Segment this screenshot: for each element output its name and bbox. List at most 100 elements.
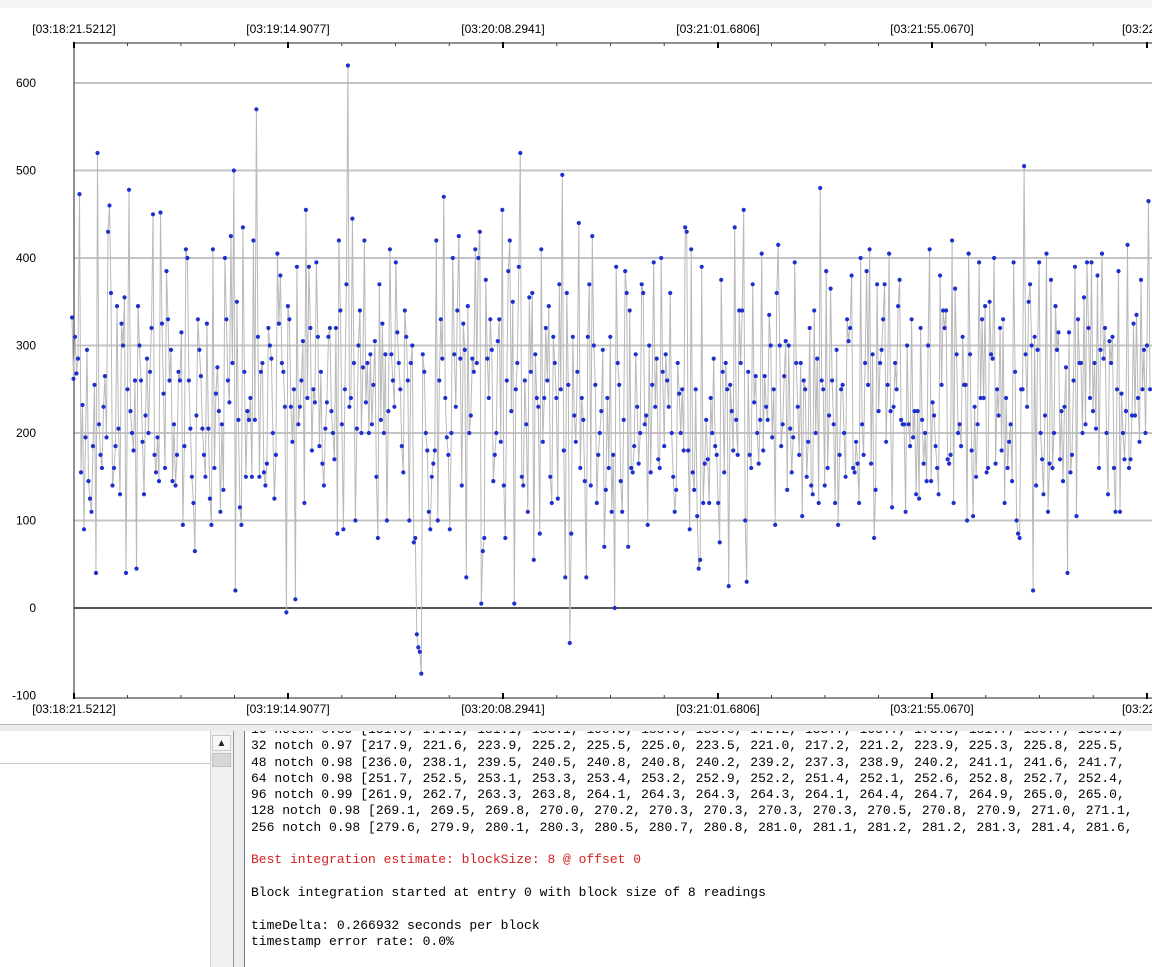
- data-point: [176, 369, 181, 374]
- data-point: [357, 308, 362, 313]
- data-point: [345, 63, 350, 68]
- vertical-scrollbar[interactable]: ▲: [210, 731, 233, 967]
- log-line: 96 notch 0.99 [261.9, 262.7, 263.3, 263.…: [251, 787, 1125, 803]
- data-point: [767, 312, 772, 317]
- data-point: [774, 290, 779, 296]
- data-point: [809, 483, 814, 488]
- data-point: [960, 334, 965, 339]
- data-point: [839, 387, 844, 392]
- scroll-up-arrow-icon[interactable]: ▲: [212, 735, 231, 751]
- data-point: [186, 378, 191, 383]
- data-point: [867, 247, 872, 252]
- data-point: [524, 422, 529, 427]
- data-point: [107, 203, 112, 208]
- data-point: [177, 378, 182, 383]
- data-point: [588, 483, 593, 488]
- data-point: [854, 439, 859, 444]
- data-point: [881, 317, 886, 322]
- data-point: [450, 255, 455, 261]
- data-point: [471, 369, 476, 374]
- data-point: [392, 404, 397, 409]
- data-point: [612, 605, 617, 611]
- data-point: [738, 360, 743, 366]
- data-point: [288, 404, 293, 409]
- data-point: [651, 260, 656, 265]
- data-point: [513, 387, 518, 392]
- data-point: [402, 308, 407, 313]
- data-point: [860, 422, 865, 427]
- data-point: [956, 430, 961, 436]
- data-point: [248, 395, 253, 401]
- best-estimate-line: Best integration estimate: blockSize: 8 …: [251, 852, 642, 868]
- chart-axes: [73, 42, 1152, 699]
- data-point: [1138, 277, 1144, 282]
- data-point: [645, 522, 650, 528]
- data-point: [917, 496, 922, 501]
- timeseries-chart[interactable]: 600 500 400 300 200 100 0 -100 [03:18:21.5212] […: [0, 8, 1152, 724]
- log-output-pane[interactable]: 16 notch 0.89 [151.9, 171.1, 181.1, 183.…: [244, 731, 1152, 967]
- data-point: [798, 360, 803, 366]
- data-point: [459, 483, 464, 488]
- data-point: [230, 360, 235, 366]
- data-point: [1029, 343, 1034, 348]
- data-point: [395, 330, 400, 335]
- data-point: [555, 496, 560, 501]
- timeseries-chart-panel[interactable]: 600 500 400 300 200 100 0 -100 [03:18:21.5212] […: [0, 8, 1152, 725]
- data-point: [666, 404, 671, 409]
- data-point: [228, 234, 233, 239]
- x-tick-label-bottom: [03:20:08.2941]: [461, 702, 544, 716]
- y-tick-label: -100: [12, 689, 36, 703]
- data-point: [638, 430, 643, 436]
- data-point: [263, 483, 268, 488]
- data-point: [1072, 264, 1078, 269]
- data-point: [420, 352, 425, 357]
- data-point: [129, 430, 135, 436]
- data-point: [273, 452, 278, 457]
- data-point: [416, 645, 421, 650]
- data-point: [71, 376, 76, 381]
- data-point: [822, 483, 827, 488]
- list-header-row[interactable]: [0, 731, 210, 764]
- data-point: [474, 360, 479, 366]
- data-point: [458, 356, 463, 361]
- data-point: [408, 360, 413, 366]
- data-point: [338, 308, 343, 313]
- scrollbar-thumb[interactable]: [212, 753, 231, 767]
- data-point: [714, 452, 719, 457]
- log-line: 64 notch 0.98 [251.7, 252.5, 253.1, 253.…: [251, 770, 1125, 786]
- data-point: [656, 457, 661, 462]
- data-point: [173, 483, 178, 488]
- data-point: [788, 426, 793, 431]
- data-point: [797, 452, 802, 457]
- data-point: [470, 356, 475, 361]
- data-point: [498, 439, 503, 444]
- data-point: [906, 422, 911, 427]
- data-point: [69, 315, 75, 320]
- data-point: [92, 382, 97, 387]
- left-list-panel[interactable]: ▲: [0, 731, 234, 967]
- data-point: [810, 492, 815, 497]
- data-point: [110, 483, 115, 488]
- data-point: [495, 339, 500, 344]
- x-tick-label-top: [03:19:14.9077]: [246, 22, 329, 36]
- data-point: [830, 378, 835, 383]
- data-point: [528, 369, 533, 374]
- data-point: [294, 264, 299, 269]
- data-point: [741, 207, 746, 212]
- data-point: [314, 260, 319, 265]
- data-point: [833, 500, 838, 506]
- data-point: [360, 365, 365, 370]
- data-point: [624, 290, 629, 296]
- y-tick-label: 100: [16, 514, 36, 528]
- data-point: [206, 426, 211, 431]
- data-point: [452, 352, 457, 357]
- data-point: [138, 378, 144, 383]
- data-point: [446, 452, 451, 457]
- x-tick-label-bottom: [03:19:14.9077]: [246, 702, 329, 716]
- data-point: [201, 452, 206, 457]
- data-point: [794, 360, 799, 366]
- data-point: [570, 334, 575, 339]
- data-point: [815, 356, 820, 361]
